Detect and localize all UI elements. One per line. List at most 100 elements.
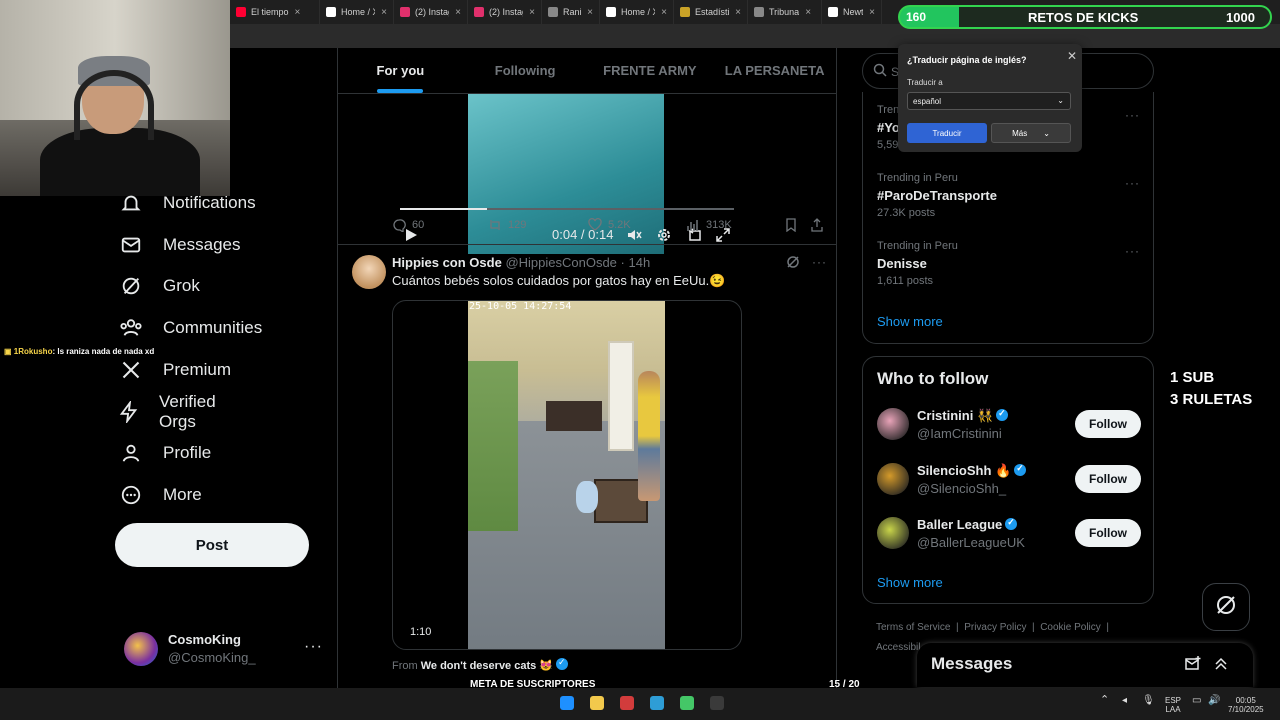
close-tab-icon[interactable]: ×: [529, 7, 535, 18]
grok-icon: [118, 273, 144, 299]
timeline: For you Following FRENTE ARMY LA PERSANE…: [337, 48, 837, 688]
clock[interactable]: 00:05 7/10/2025: [1228, 696, 1264, 714]
close-tab-icon[interactable]: ×: [735, 7, 741, 18]
translate-button[interactable]: Traducir: [907, 123, 987, 143]
lightning-icon: [118, 399, 140, 425]
more-options-button[interactable]: Más ⌄: [991, 123, 1071, 143]
follow-suggestion[interactable]: Cristinini 👯 @IamCristinini Follow: [877, 408, 1147, 444]
tab-following[interactable]: Following: [463, 48, 588, 93]
close-tab-icon[interactable]: ×: [455, 7, 461, 18]
sidebar-item-verified-orgs[interactable]: Verified Orgs: [118, 392, 220, 431]
tweet-video[interactable]: 25-10-05 14:27:54 1:10: [392, 300, 742, 650]
more-dots-icon[interactable]: ···: [304, 638, 323, 656]
more-dots-icon[interactable]: ···: [1125, 244, 1140, 258]
tweet-author-handle[interactable]: @HippiesConOsde: [505, 255, 616, 270]
video-frame: [468, 301, 665, 649]
more-dots-icon[interactable]: ···: [1125, 108, 1140, 122]
close-tab-icon[interactable]: ×: [869, 7, 875, 18]
browser-tab[interactable]: Home / X ×: [600, 0, 674, 24]
translate-popup: ¿Traducir página de inglés? ✕ Traducir a…: [898, 44, 1082, 152]
follow-button[interactable]: Follow: [1075, 410, 1141, 438]
app-icon[interactable]: [620, 696, 634, 710]
account-switcher[interactable]: CosmoKing @CosmoKing_ ···: [124, 630, 324, 670]
close-tab-icon[interactable]: ×: [295, 7, 301, 18]
follow-suggestion[interactable]: Baller League @BallerLeagueUK Follow: [877, 517, 1147, 553]
tweet-author-name[interactable]: Hippies con Osde: [392, 255, 502, 270]
more-dots-icon[interactable]: ···: [1125, 176, 1140, 190]
chevron-up-icon[interactable]: ⌃: [1100, 695, 1109, 706]
trends-show-more[interactable]: Show more: [877, 314, 943, 329]
trend-item[interactable]: Trending in Peru Denisse 1,611 posts: [877, 240, 958, 287]
sidebar-item-more[interactable]: More: [118, 480, 202, 510]
follow-suggestion[interactable]: SilencioShh 🔥 @SilencioShh_ Follow: [877, 463, 1147, 499]
person-icon: [118, 440, 144, 466]
repost-button[interactable]: 129: [488, 218, 526, 232]
views-button[interactable]: 313K: [686, 218, 732, 232]
network-icon[interactable]: ◂: [1122, 696, 1127, 706]
tab-for-you[interactable]: For you: [338, 48, 463, 93]
microphone-icon[interactable]: 🎙: [1142, 696, 1155, 706]
display-icon[interactable]: ▭: [1192, 696, 1201, 706]
browser-tab[interactable]: (2) Instag ×: [394, 0, 468, 24]
language-select[interactable]: español ⌄: [907, 92, 1071, 110]
video-progress-bar[interactable]: [400, 208, 734, 210]
sidebar-item-profile[interactable]: Profile: [118, 438, 211, 468]
browser-tab[interactable]: Newt on ×: [822, 0, 882, 24]
reply-button[interactable]: 60: [392, 218, 424, 232]
browser-tab[interactable]: (2) Instag ×: [468, 0, 542, 24]
verified-icon: [556, 657, 568, 670]
footer-link[interactable]: Cookie Policy: [1040, 622, 1101, 633]
video-source-link[interactable]: We don't deserve cats 😻: [421, 660, 553, 672]
sidebar-item-grok[interactable]: Grok: [118, 271, 200, 301]
tab-favicon-icon: [326, 7, 336, 17]
new-message-icon[interactable]: [1184, 655, 1202, 678]
edge-icon[interactable]: [650, 696, 664, 710]
trend-item[interactable]: Trending in Peru #ParoDeTransporte 27.3K…: [877, 172, 997, 219]
start-icon[interactable]: [560, 696, 574, 710]
grok-icon[interactable]: [786, 255, 800, 274]
like-button[interactable]: 5.2K: [588, 218, 631, 232]
bookmark-icon[interactable]: [784, 218, 804, 232]
follow-button[interactable]: Follow: [1075, 519, 1141, 547]
close-icon[interactable]: ✕: [1067, 49, 1077, 63]
close-tab-icon[interactable]: ×: [661, 7, 667, 18]
footer-link[interactable]: Terms of Service: [876, 622, 950, 633]
sidebar-item-messages[interactable]: Messages: [118, 230, 240, 260]
tweet-header-icons: ···: [786, 255, 827, 274]
tab-frente-army[interactable]: FRENTE ARMY: [588, 48, 713, 93]
who-to-follow-show-more[interactable]: Show more: [877, 575, 943, 590]
language-indicator[interactable]: ESP LAA: [1165, 696, 1181, 714]
sidebar-item-label: Notifications: [163, 193, 256, 212]
share-icon[interactable]: [810, 218, 830, 232]
browser-tab[interactable]: Tribuna ×: [748, 0, 822, 24]
browser-tab[interactable]: Estadístic ×: [674, 0, 748, 24]
browser-tab[interactable]: Home / X ×: [320, 0, 394, 24]
heart-icon: [588, 218, 602, 231]
sidebar-item-label: Messages: [163, 235, 241, 254]
sidebar-item-notifications[interactable]: Notifications: [118, 188, 256, 218]
tab-favicon-icon: [754, 7, 764, 17]
close-tab-icon[interactable]: ×: [805, 7, 811, 18]
more-dots-icon[interactable]: ···: [812, 255, 827, 274]
account-name: CosmoKing: [168, 632, 241, 647]
follow-button[interactable]: Follow: [1075, 465, 1141, 493]
tab-la-persaneta[interactable]: LA PERSANETA: [712, 48, 836, 93]
messages-drawer[interactable]: Messages: [917, 643, 1253, 687]
stream-chat-message: ▣ 1Rokusho: ls raniza nada de nada xd: [4, 347, 154, 356]
close-tab-icon[interactable]: ×: [381, 7, 387, 18]
expand-icon[interactable]: [1213, 655, 1229, 676]
browser-tab[interactable]: El tiempo ×: [230, 0, 320, 24]
volume-icon[interactable]: 🔊: [1208, 696, 1220, 706]
sidebar-item-premium[interactable]: Premium: [118, 355, 231, 385]
post-button[interactable]: Post: [115, 523, 309, 567]
file-explorer-icon[interactable]: [590, 696, 604, 710]
close-tab-icon[interactable]: ×: [587, 7, 593, 18]
tab-favicon-icon: [680, 7, 690, 17]
app-icon[interactable]: [680, 696, 694, 710]
browser-tab[interactable]: Raniza FC ×: [542, 0, 600, 24]
footer-link[interactable]: Privacy Policy: [964, 622, 1026, 633]
sidebar-item-communities[interactable]: Communities: [118, 313, 262, 343]
app-icon[interactable]: [710, 696, 724, 710]
avatar[interactable]: [352, 255, 386, 289]
grok-floating-button[interactable]: [1202, 583, 1250, 631]
